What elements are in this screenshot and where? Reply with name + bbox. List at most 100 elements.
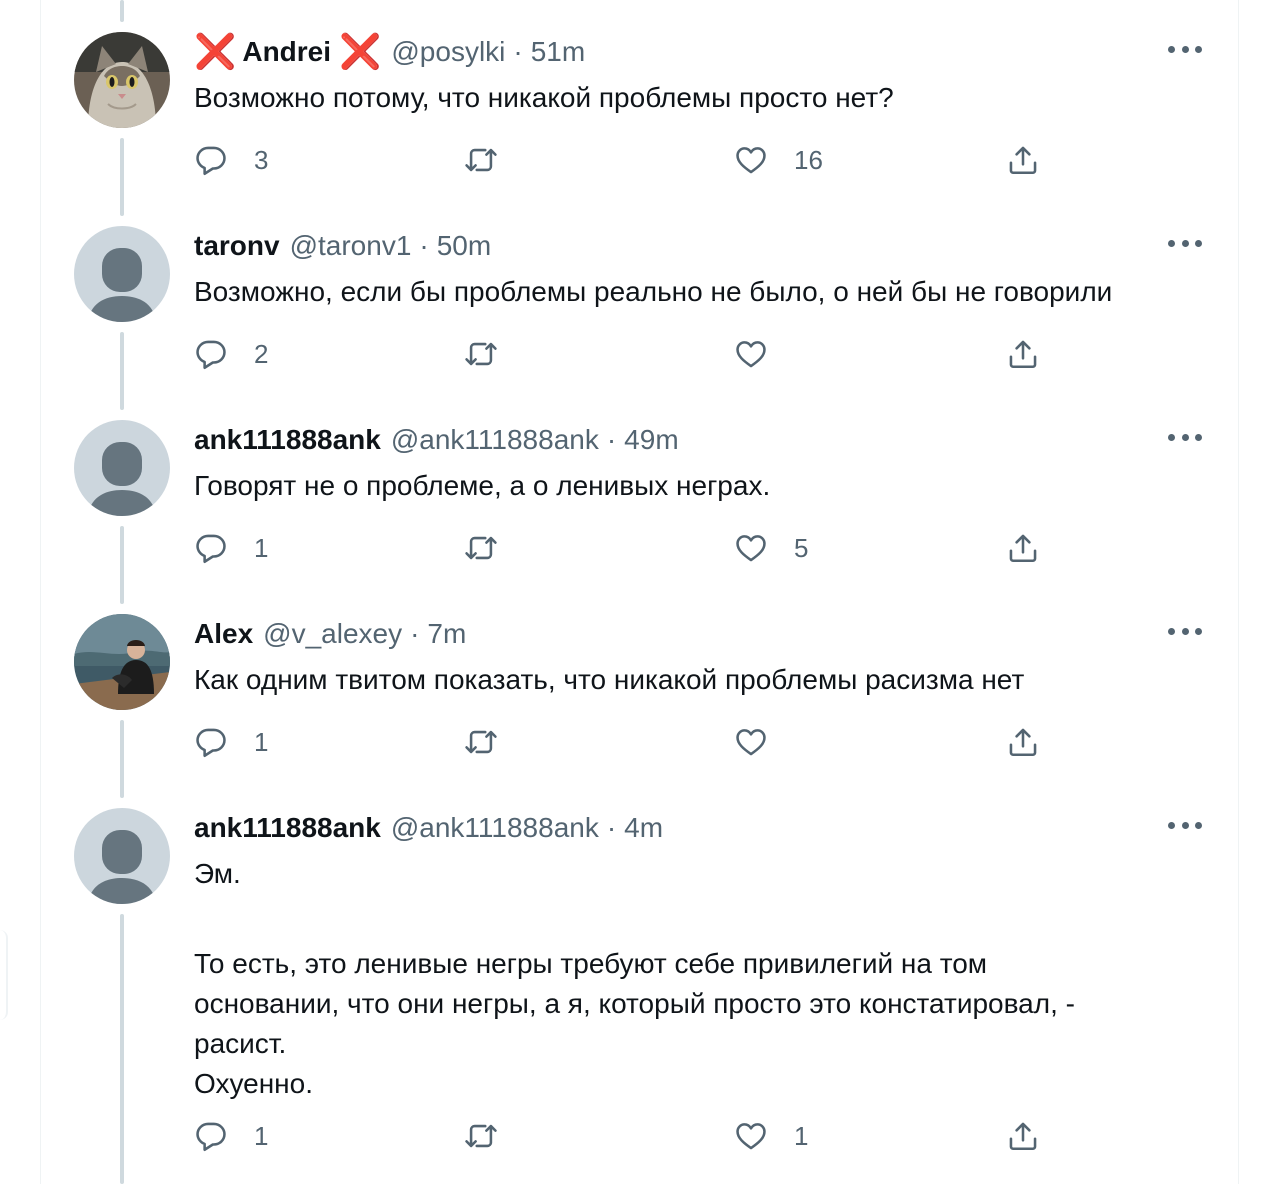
person-photo-avatar-icon bbox=[74, 614, 170, 710]
cross-mark-icon: ❌ bbox=[339, 33, 382, 71]
retweet-button[interactable] bbox=[464, 722, 524, 762]
avatar[interactable] bbox=[74, 32, 170, 128]
thread-line bbox=[120, 332, 124, 410]
cat-photo-avatar-icon bbox=[74, 32, 170, 128]
retweet-icon bbox=[465, 536, 497, 560]
tweet-text: Возможно потому, что никакой проблемы пр… bbox=[194, 78, 1214, 118]
like-button[interactable] bbox=[734, 722, 794, 762]
retweet-button[interactable] bbox=[464, 528, 524, 568]
timestamp[interactable]: 50m bbox=[437, 230, 491, 262]
display-name[interactable]: ❌ Andrei ❌ bbox=[194, 35, 381, 69]
reply-button[interactable]: 2 bbox=[194, 334, 268, 374]
tweet-line: расист. bbox=[194, 1028, 287, 1059]
more-options-button[interactable] bbox=[1168, 810, 1202, 840]
user-handle[interactable]: @posylki bbox=[391, 36, 505, 68]
separator: · bbox=[513, 36, 523, 67]
more-options-button[interactable] bbox=[1168, 422, 1202, 452]
user-handle[interactable]: @ank111888ank bbox=[391, 424, 599, 456]
tweet-text: Говорят не о проблеме, а о ленивых негра… bbox=[194, 466, 1214, 506]
share-button[interactable] bbox=[1006, 722, 1040, 762]
heart-icon bbox=[736, 535, 766, 562]
tweet-header: taronv @taronv1 · 50m bbox=[194, 228, 1224, 264]
more-dot bbox=[1195, 239, 1202, 247]
tweet-line: Как одним твитом показать, что никакой п… bbox=[194, 664, 1025, 695]
timestamp[interactable]: 4m bbox=[624, 812, 663, 844]
avatar[interactable] bbox=[74, 808, 170, 904]
display-name[interactable]: Alex bbox=[194, 618, 253, 650]
reply-count: 1 bbox=[254, 1120, 269, 1151]
heart-icon bbox=[736, 729, 766, 756]
display-name[interactable]: ank111888ank bbox=[194, 812, 381, 844]
reply-bubble-icon bbox=[196, 146, 226, 176]
share-button[interactable] bbox=[1006, 528, 1040, 568]
like-button[interactable] bbox=[734, 334, 794, 374]
timeline-left-border bbox=[40, 0, 41, 1184]
retweet-button[interactable] bbox=[464, 1116, 524, 1156]
retweet-icon bbox=[465, 148, 497, 172]
avatar[interactable] bbox=[74, 226, 170, 322]
tweet-line: основании, что они негры, а я, который п… bbox=[194, 988, 1075, 1019]
retweet-button[interactable] bbox=[464, 140, 524, 180]
more-options-button[interactable] bbox=[1168, 616, 1202, 646]
user-handle[interactable]: @v_alexey bbox=[263, 618, 402, 650]
display-name[interactable]: taronv bbox=[194, 230, 280, 262]
edge-fragment bbox=[0, 930, 8, 1020]
reply-button[interactable]: 1 bbox=[194, 528, 268, 568]
share-upload-icon bbox=[1009, 534, 1037, 563]
tweet-actions: 1 1 bbox=[194, 1116, 1054, 1156]
share-upload-icon bbox=[1009, 340, 1037, 369]
tweet-line: Возможно, если бы проблемы реально не бы… bbox=[194, 276, 1113, 307]
reply-bubble-icon bbox=[196, 1122, 226, 1152]
user-handle[interactable]: @ank111888ank bbox=[391, 812, 599, 844]
thread-line bbox=[120, 914, 124, 1184]
avatar[interactable] bbox=[74, 420, 170, 516]
more-dot bbox=[1181, 627, 1189, 635]
share-button[interactable] bbox=[1006, 1116, 1040, 1156]
retweet-icon bbox=[465, 1124, 497, 1148]
more-dot bbox=[1181, 239, 1189, 247]
retweet-icon bbox=[465, 730, 497, 754]
tweet-actions: 1 bbox=[194, 722, 1054, 762]
more-dot bbox=[1181, 821, 1189, 829]
tweet-line: Говорят не о проблеме, а о ленивых негра… bbox=[194, 470, 771, 501]
reply-button[interactable]: 1 bbox=[194, 1116, 268, 1156]
like-count: 16 bbox=[794, 144, 823, 175]
like-count: 1 bbox=[794, 1120, 809, 1151]
timeline-right-border bbox=[1238, 0, 1239, 1184]
display-name-text[interactable]: Andrei bbox=[242, 36, 331, 68]
like-button[interactable]: 5 bbox=[734, 528, 808, 568]
tweet-actions: 1 5 bbox=[194, 528, 1054, 568]
separator: · bbox=[410, 618, 420, 649]
more-options-button[interactable] bbox=[1168, 228, 1202, 258]
more-dot bbox=[1181, 433, 1189, 441]
reply-button[interactable]: 1 bbox=[194, 722, 268, 762]
timestamp[interactable]: 7m bbox=[427, 618, 466, 650]
heart-icon bbox=[736, 1123, 766, 1150]
share-button[interactable] bbox=[1006, 334, 1040, 374]
thread-line bbox=[120, 0, 124, 22]
tweet-line: То есть, это ленивые негры требуют себе … bbox=[194, 948, 988, 979]
reply-button[interactable]: 3 bbox=[194, 140, 268, 180]
like-button[interactable]: 16 bbox=[734, 140, 823, 180]
default-avatar-icon bbox=[74, 226, 170, 322]
tweet-text: Возможно, если бы проблемы реально не бы… bbox=[194, 272, 1214, 312]
tweet-header: ank111888ank @ank111888ank · 49m bbox=[194, 422, 1224, 458]
more-dot bbox=[1195, 627, 1202, 635]
separator: · bbox=[419, 230, 429, 261]
timestamp[interactable]: 51m bbox=[531, 36, 585, 68]
more-options-button[interactable] bbox=[1168, 34, 1202, 64]
share-upload-icon bbox=[1009, 728, 1037, 757]
reply-bubble-icon bbox=[196, 340, 226, 370]
timestamp[interactable]: 49m bbox=[624, 424, 678, 456]
default-avatar-icon bbox=[74, 420, 170, 516]
retweet-button[interactable] bbox=[464, 334, 524, 374]
display-name[interactable]: ank111888ank bbox=[194, 424, 381, 456]
heart-icon bbox=[736, 147, 766, 174]
share-button[interactable] bbox=[1006, 140, 1040, 180]
reply-count: 2 bbox=[254, 338, 269, 369]
avatar[interactable] bbox=[74, 614, 170, 710]
tweet-header: ❌ Andrei ❌ @posylki · 51m bbox=[194, 34, 1224, 70]
user-handle[interactable]: @taronv1 bbox=[290, 230, 412, 262]
like-button[interactable]: 1 bbox=[734, 1116, 808, 1156]
cross-mark-icon: ❌ bbox=[194, 33, 237, 71]
